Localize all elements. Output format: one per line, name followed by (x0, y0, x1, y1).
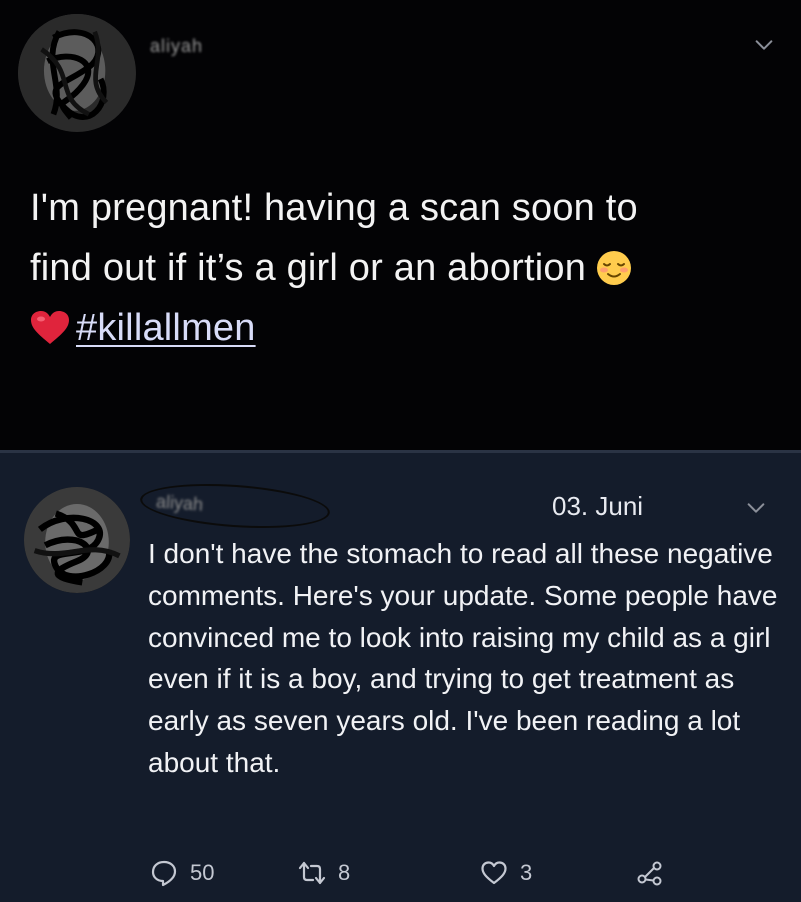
reply-text: I don't have the stomach to read all the… (148, 538, 778, 778)
share-button[interactable] (636, 853, 676, 893)
share-icon (637, 861, 662, 886)
scribbled-avatar-image (24, 487, 130, 593)
tweet-text-line-3: #killallmen (30, 298, 770, 358)
tweet-actions: 50 8 3 (0, 853, 801, 893)
relieved-face-icon (596, 244, 632, 285)
speech-bubble-icon (151, 860, 177, 887)
hashtag-link[interactable]: #killallmen (76, 307, 256, 349)
heart-icon (481, 861, 507, 885)
retweet-button[interactable]: 8 (298, 853, 350, 893)
scribbled-avatar-image (18, 14, 136, 132)
reply-author-handle[interactable]: aliyah (138, 478, 332, 534)
reply-author-handle-text: aliyah (155, 491, 204, 515)
chevron-down-icon[interactable] (745, 497, 767, 519)
reply-date: 03. Juni (552, 491, 644, 521)
author-handle[interactable]: aliyah (150, 36, 260, 66)
author-avatar[interactable] (18, 14, 136, 132)
retweet-count: 8 (338, 860, 351, 885)
tweet-text-line-2-text: find out if it’s a girl or an abortion (30, 247, 587, 289)
red-heart-icon (30, 304, 70, 344)
like-button[interactable]: 3 (480, 853, 532, 893)
reply-author-avatar[interactable] (24, 487, 130, 593)
reply-tweet[interactable]: aliyah 03. Juni I don't have the stomach… (0, 453, 801, 902)
reply-button[interactable]: 50 (150, 853, 214, 893)
chevron-down-icon[interactable] (753, 34, 775, 56)
like-count: 3 (520, 860, 533, 885)
retweet-icon (298, 861, 326, 885)
original-tweet[interactable]: aliyah I'm pregnant! having a scan soon … (0, 0, 801, 450)
tweet-text: I'm pregnant! having a scan soon to find… (30, 178, 770, 358)
tweet-text-line-2: find out if it’s a girl or an abortion (30, 238, 770, 298)
reply-count: 50 (190, 860, 215, 885)
tweet-text-line-1: I'm pregnant! having a scan soon to (30, 187, 638, 229)
